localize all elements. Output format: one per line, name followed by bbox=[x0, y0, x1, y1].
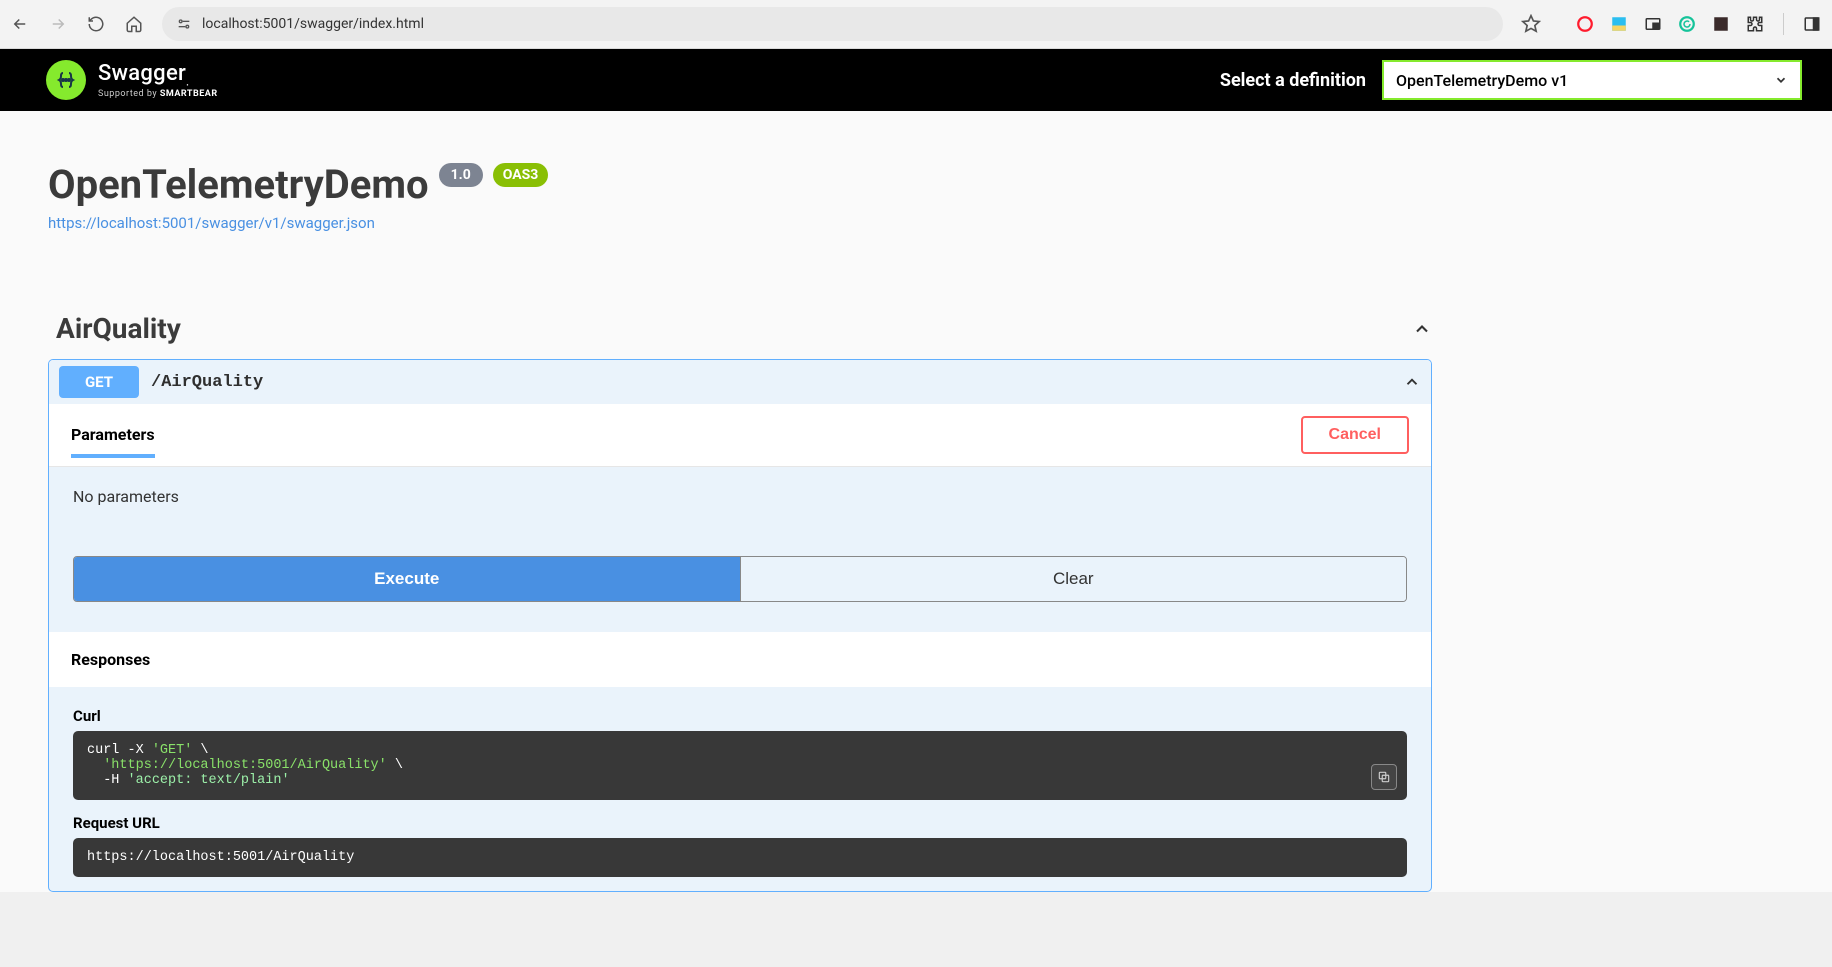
responses-header: Responses bbox=[49, 632, 1431, 687]
request-url-codebox: https://localhost:5001/AirQuality bbox=[73, 838, 1407, 877]
swagger-brand-text: Swagger. Supported by SMARTBEAR bbox=[98, 61, 218, 98]
browser-right-icons bbox=[1521, 13, 1822, 35]
swagger-brand[interactable]: Swagger. Supported by SMARTBEAR bbox=[46, 60, 218, 100]
parameters-body: No parameters Execute Clear bbox=[49, 467, 1431, 632]
curl-section: Curl curl -X 'GET' \ 'https://localhost:… bbox=[49, 687, 1431, 877]
url-text: localhost:5001/swagger/index.html bbox=[202, 16, 424, 32]
execute-row: Execute Clear bbox=[73, 556, 1407, 602]
forward-button[interactable] bbox=[48, 14, 68, 34]
browser-chrome: localhost:5001/swagger/index.html bbox=[0, 0, 1832, 49]
clear-button[interactable]: Clear bbox=[740, 557, 1407, 601]
sidepanel-icon[interactable] bbox=[1802, 14, 1822, 34]
topbar-right: Select a definition OpenTelemetryDemo v1 bbox=[1220, 60, 1802, 100]
operation-summary[interactable]: GET /AirQuality bbox=[49, 360, 1431, 404]
no-parameters-text: No parameters bbox=[73, 487, 1407, 506]
operation-get-airquality: GET /AirQuality Parameters Cancel No par… bbox=[48, 359, 1432, 892]
swagger-logo-icon bbox=[46, 60, 86, 100]
extension-icon-blue[interactable] bbox=[1609, 14, 1629, 34]
address-bar[interactable]: localhost:5001/swagger/index.html bbox=[162, 7, 1503, 41]
parameters-tab[interactable]: Parameters bbox=[71, 425, 155, 458]
extension-icon-grammarly[interactable] bbox=[1677, 14, 1697, 34]
tag-name: AirQuality bbox=[48, 312, 181, 345]
select-definition-label: Select a definition bbox=[1220, 70, 1366, 91]
request-url-label: Request URL bbox=[73, 814, 1407, 832]
cancel-button[interactable]: Cancel bbox=[1301, 416, 1409, 454]
oas-badge: OAS3 bbox=[493, 163, 549, 187]
spec-url-link[interactable]: https://localhost:5001/swagger/v1/swagge… bbox=[48, 214, 375, 232]
chevron-up-icon bbox=[1403, 373, 1421, 391]
version-badge: 1.0 bbox=[439, 163, 483, 187]
http-path: /AirQuality bbox=[151, 373, 263, 392]
copy-curl-button[interactable] bbox=[1371, 764, 1397, 790]
http-method: GET bbox=[59, 366, 139, 398]
extension-icon-dark[interactable] bbox=[1711, 14, 1731, 34]
reload-button[interactable] bbox=[86, 14, 106, 34]
site-settings-icon[interactable] bbox=[174, 14, 194, 34]
api-header: OpenTelemetryDemo 1.0 OAS3 bbox=[48, 161, 1432, 208]
separator bbox=[1783, 13, 1784, 35]
extension-icon-pip[interactable] bbox=[1643, 14, 1663, 34]
page-body: OpenTelemetryDemo 1.0 OAS3 https://local… bbox=[0, 111, 1832, 892]
swagger-topbar: Swagger. Supported by SMARTBEAR Select a… bbox=[0, 49, 1832, 111]
bookmark-star-icon[interactable] bbox=[1521, 14, 1541, 34]
extension-icon-opera[interactable] bbox=[1575, 14, 1595, 34]
api-title: OpenTelemetryDemo bbox=[48, 161, 429, 208]
curl-label: Curl bbox=[73, 707, 1407, 725]
definition-select[interactable]: OpenTelemetryDemo v1 bbox=[1382, 60, 1802, 100]
chevron-down-icon bbox=[1774, 73, 1788, 87]
definition-selected: OpenTelemetryDemo v1 bbox=[1396, 71, 1568, 90]
back-button[interactable] bbox=[10, 14, 30, 34]
brand-name: Swagger bbox=[98, 61, 186, 86]
curl-codebox: curl -X 'GET' \ 'https://localhost:5001/… bbox=[73, 731, 1407, 800]
extensions-puzzle-icon[interactable] bbox=[1745, 14, 1765, 34]
home-button[interactable] bbox=[124, 14, 144, 34]
tag-airquality[interactable]: AirQuality bbox=[48, 302, 1432, 355]
chevron-up-icon bbox=[1412, 319, 1432, 339]
execute-button[interactable]: Execute bbox=[74, 557, 740, 601]
parameters-header: Parameters Cancel bbox=[49, 404, 1431, 467]
nav-buttons bbox=[10, 14, 144, 34]
